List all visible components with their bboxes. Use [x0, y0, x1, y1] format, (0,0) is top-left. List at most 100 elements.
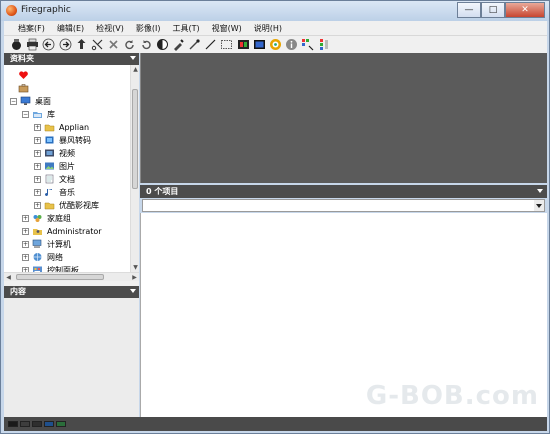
tree-node[interactable]: + 文档	[34, 173, 75, 185]
tree-node[interactable]: + 音乐	[34, 186, 75, 198]
scroll-down-icon[interactable]: ▼	[131, 263, 140, 272]
tree-node[interactable]: + 视频	[34, 147, 75, 159]
expand-toggle-icon[interactable]: +	[34, 175, 41, 183]
collapse-toggle-icon[interactable]: −	[10, 97, 17, 105]
dropdown-arrow-icon[interactable]	[534, 200, 544, 211]
levels-icon[interactable]	[318, 38, 331, 51]
line-icon[interactable]	[204, 38, 217, 51]
control-panel-icon	[33, 266, 42, 272]
menu-edit[interactable]: 编辑(E)	[57, 23, 84, 34]
folder-tree[interactable]: − 桌面 − 库 + Applian + 暴风转码 + 视频 + 图片 + 文档 + 音乐 + 优酷影视库 + 家庭组…	[4, 65, 130, 272]
tree-node[interactable]: − 库	[22, 108, 55, 120]
image-preview-area[interactable]	[140, 53, 547, 183]
print-icon[interactable]	[26, 38, 39, 51]
tree-node[interactable]: + 暴风转码	[34, 134, 91, 146]
maximize-button[interactable]: □	[481, 2, 505, 18]
palette-cursor-icon[interactable]	[301, 38, 314, 51]
scroll-up-icon[interactable]: ▲	[131, 65, 140, 74]
contrast-icon[interactable]	[156, 38, 169, 51]
title-bar[interactable]: Firegraphic — □ ✕	[1, 1, 549, 21]
chevron-down-icon[interactable]	[130, 56, 136, 60]
tree-node[interactable]: + 计算机	[22, 238, 71, 250]
expand-toggle-icon[interactable]: +	[34, 136, 41, 144]
app-icon	[45, 136, 54, 144]
filmstrip-icon[interactable]	[237, 38, 250, 51]
tree-node-label: 视频	[59, 148, 75, 158]
rotate-left-icon[interactable]	[123, 38, 136, 51]
scanner-icon[interactable]	[10, 38, 23, 51]
status-color-swatch[interactable]	[44, 421, 54, 427]
contents-panel	[4, 298, 139, 417]
tree-node[interactable]: + Administrator	[22, 225, 102, 237]
menu-help[interactable]: 说明(H)	[254, 23, 282, 34]
chevron-down-icon[interactable]	[537, 189, 543, 193]
scroll-thumb-horizontal[interactable]	[16, 274, 104, 280]
tree-node[interactable]: − 桌面	[10, 95, 51, 107]
thumbnail-list[interactable]: G-BOB.com	[140, 213, 547, 417]
status-color-swatch[interactable]	[8, 421, 18, 427]
tree-node[interactable]	[18, 82, 33, 94]
brush-icon[interactable]	[188, 38, 201, 51]
info-icon[interactable]	[285, 38, 298, 51]
scroll-right-icon[interactable]: ▶	[130, 273, 139, 282]
status-color-swatch[interactable]	[56, 421, 66, 427]
tree-node-label: 控制面板	[47, 265, 79, 273]
path-combobox[interactable]	[142, 199, 545, 212]
menu-file[interactable]: 档案(F)	[18, 23, 45, 34]
forward-arrow-icon[interactable]	[59, 38, 72, 51]
tree-vertical-scrollbar[interactable]: ▲ ▼	[130, 65, 139, 272]
up-folder-icon[interactable]	[75, 38, 88, 51]
minimize-button[interactable]: —	[457, 2, 481, 18]
color-wheel-icon[interactable]	[269, 38, 282, 51]
tree-node[interactable]: + 控制面板	[22, 264, 79, 272]
tree-node-label: 家庭组	[47, 213, 71, 223]
folders-panel-title: 资料夹	[10, 54, 34, 63]
menu-view[interactable]: 检视(V)	[96, 23, 124, 34]
status-color-swatch[interactable]	[32, 421, 42, 427]
user-folder-icon	[33, 229, 42, 235]
tree-node-label: 网络	[47, 252, 63, 262]
back-arrow-icon[interactable]	[42, 38, 55, 51]
tree-node-label: 桌面	[35, 96, 51, 106]
chevron-down-icon[interactable]	[130, 289, 136, 293]
expand-toggle-icon[interactable]: +	[34, 162, 41, 170]
expand-toggle-icon[interactable]: +	[34, 188, 41, 196]
expand-toggle-icon[interactable]: +	[22, 214, 29, 222]
expand-toggle-icon[interactable]: +	[22, 253, 29, 261]
firegraphic-logo-icon	[6, 5, 17, 16]
left-pane: 资料夹 − 桌面 − 库 + Applian + 暴风转码 + 视频 + 图片 + 文档 + 音乐 + 优酷影视库…	[4, 53, 139, 417]
scroll-left-icon[interactable]: ◀	[4, 273, 13, 282]
scroll-thumb[interactable]	[132, 89, 138, 189]
collapse-toggle-icon[interactable]: −	[22, 110, 29, 118]
rotate-right-icon[interactable]	[140, 38, 153, 51]
tree-node[interactable]: + 家庭组	[22, 212, 71, 224]
tree-horizontal-scrollbar[interactable]: ◀ ▶	[4, 272, 139, 281]
expand-toggle-icon[interactable]: +	[34, 149, 41, 157]
menu-image[interactable]: 影像(I)	[136, 23, 161, 34]
expand-toggle-icon[interactable]: +	[22, 240, 29, 248]
cut-icon[interactable]	[91, 38, 104, 51]
folders-panel-header[interactable]: 资料夹	[4, 53, 139, 65]
close-button[interactable]: ✕	[505, 2, 545, 18]
favorites-heart-icon	[19, 71, 28, 79]
delete-icon[interactable]	[107, 38, 120, 51]
slideshow-icon[interactable]	[253, 38, 266, 51]
expand-toggle-icon[interactable]: +	[34, 201, 41, 209]
menu-window[interactable]: 视窗(W)	[212, 23, 242, 34]
expand-toggle-icon[interactable]: +	[34, 123, 41, 131]
tree-node-label: 文档	[59, 174, 75, 184]
tree-node[interactable]: + 优酷影视库	[34, 199, 99, 211]
folder-icon	[44, 124, 55, 132]
tree-node[interactable]: + 网络	[22, 251, 63, 263]
library-folder-icon	[33, 112, 42, 118]
status-color-swatch[interactable]	[20, 421, 30, 427]
tree-node[interactable]: + Applian	[34, 121, 89, 133]
menu-tools[interactable]: 工具(T)	[172, 23, 199, 34]
pipette-icon[interactable]	[172, 38, 185, 51]
select-rect-icon[interactable]	[220, 38, 233, 51]
contents-panel-header[interactable]: 内容	[4, 286, 139, 298]
tree-node[interactable]: + 图片	[34, 160, 75, 172]
expand-toggle-icon[interactable]: +	[22, 227, 29, 235]
tree-node[interactable]	[18, 69, 33, 81]
tree-node-label: 图片	[59, 161, 75, 171]
